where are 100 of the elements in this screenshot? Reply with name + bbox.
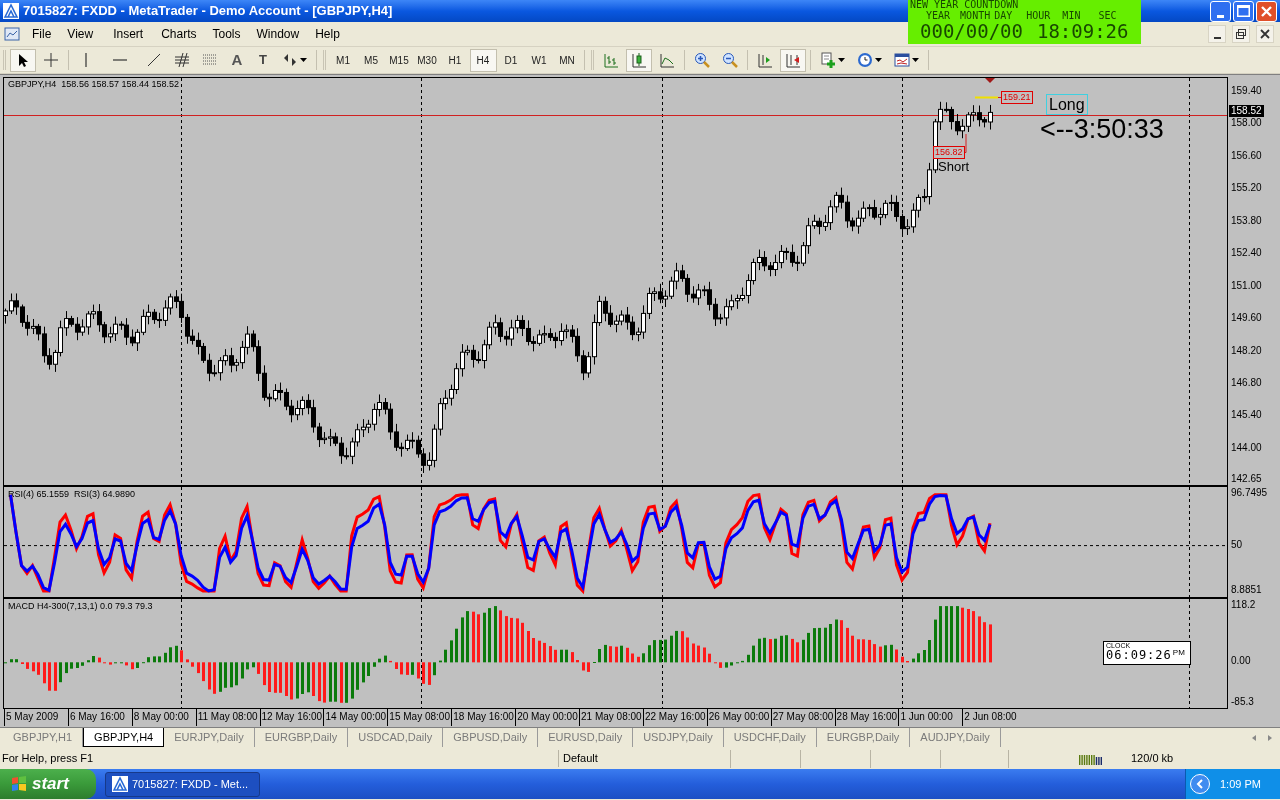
price-axis-label: 159.40 [1231,86,1262,96]
countdown-header: DAY [994,11,1013,21]
text-label-button[interactable]: T [251,48,275,72]
time-axis-label: 14 May 00:00 [323,709,388,726]
price-axis-label: 155.20 [1231,183,1262,194]
new-chart-icon [820,52,836,68]
price-axis-label: 156.60 [1231,150,1262,161]
scroll-right-icon [1266,734,1274,742]
indicator-axis-label: 0.00 [1231,656,1251,667]
connection-bars-icon [1079,752,1103,765]
chart-tab[interactable]: EURUSD,Daily [538,728,634,747]
countdown-header: MIN [1062,11,1081,21]
timeframe-button[interactable]: H4 [469,48,497,72]
tray-expand-button[interactable] [1190,774,1210,794]
maximize-button[interactable] [1233,0,1254,22]
status-text: 120/0 kb [1131,751,1174,767]
line-chart-icon [659,52,675,68]
timeframe-button[interactable]: D1 [497,48,525,72]
menu-item[interactable]: Tools [204,23,249,45]
autoscroll-button[interactable] [780,48,806,72]
cursor-button[interactable] [10,48,36,72]
timeframe-button[interactable]: H1 [441,48,469,72]
price-axis-label: 151.00 [1231,280,1262,291]
countdown-header: MONTH [960,11,991,21]
mdi-minimize-button[interactable] [1208,25,1226,43]
chevron-left-icon [1195,779,1205,789]
dotted-lines-icon [202,52,218,68]
taskbar-window-button[interactable]: 7015827: FXDD - Met... [105,771,260,797]
time-axis-label: 20 May 00:00 [515,709,579,726]
caret-icon [912,58,919,62]
price-axis-label: 158.00 [1231,118,1262,129]
countdown-header: HOUR [1026,11,1051,21]
mdi-restore-button[interactable] [1232,25,1250,43]
countdown-text: <--3:50:33 [1040,116,1164,143]
menu-item[interactable]: Charts [153,23,205,45]
minimize-button[interactable] [1210,0,1231,22]
timeframe-button[interactable]: M1 [329,48,357,72]
price-label: 156.82 [933,146,965,159]
price-axis-label: 152.40 [1231,248,1262,259]
time-axis-label: 27 May 08:00 [770,709,835,726]
crosshair-icon [43,52,59,68]
text-tool-button[interactable]: A [225,48,249,72]
mdi-close-button[interactable] [1256,25,1274,43]
price-axis-label: 148.20 [1231,345,1262,356]
timeframe-button[interactable]: MN [553,48,581,72]
chart-tab[interactable]: USDJPY,Daily [633,728,724,747]
time-axis-label: 12 May 16:00 [259,709,324,726]
start-button[interactable]: start [0,769,96,799]
timeframe-button[interactable]: M15 [385,48,413,72]
windows-flag-icon [10,775,28,793]
scroll-left-icon [1250,734,1258,742]
close-icon [1261,5,1272,17]
countdown-header: YEAR [926,11,951,21]
price-axis-label: 153.80 [1231,215,1262,226]
chart-tab[interactable]: GBPUSD,Daily [443,728,539,747]
chart-tab[interactable]: EURGBP,Daily [816,728,911,747]
chart-tab[interactable]: USDCAD,Daily [348,728,444,747]
window-title: 7015827: FXDD - MetaTrader - Demo Account - [GBPJPY,H4] [23,2,393,21]
leader-line [997,97,1002,98]
timeframe-button[interactable]: M5 [357,48,385,72]
chart-tab[interactable]: EURJPY,Daily [164,728,255,747]
chart-tab[interactable]: GBPJPY,H4 [83,728,165,747]
zoom-in-icon [694,52,710,68]
price-axis-label: 145.40 [1231,410,1262,421]
menu-item[interactable]: File [26,23,58,45]
indicator-axis-label: 50 [1231,539,1243,550]
template-icon [894,52,910,68]
price-axis-label: 144.00 [1231,442,1262,453]
triangle-marker-icon [985,78,995,83]
tray-clock: 1:09 PM [1220,776,1261,792]
status-text: Default [558,750,730,767]
chart-shift-icon [757,52,773,68]
caret-icon [875,58,882,62]
close-icon [1260,29,1270,39]
price-axis-label: 149.60 [1231,313,1262,324]
indicator-axis-label: -85.3 [1231,697,1254,707]
chart-tab[interactable]: EURGBP,Daily [254,728,349,747]
zoom-out-icon [722,52,738,68]
menu-item[interactable]: Help [307,23,348,45]
close-button[interactable] [1256,0,1277,22]
indicator-legend: RSI(4) 65.1559 RSI(3) 64.9890 [8,490,136,499]
indicator-legend: MACD H4-300(7,13,1) 0.0 79.3 79.3 [8,602,153,611]
menu-item[interactable]: View [57,23,104,45]
timeframe-button[interactable]: M30 [413,48,441,72]
chart-tab[interactable]: AUDJPY,Daily [910,728,1001,747]
menu-item[interactable]: Window [248,23,308,45]
hatched-lines-icon [174,52,190,68]
timeframe-button[interactable]: W1 [525,48,553,72]
price-label: 159.21 [1001,91,1033,104]
indicator-axis-label: 118.2 [1231,600,1256,610]
candlestick-button[interactable] [626,48,652,72]
countdown-header: SEC [1098,11,1117,21]
time-axis-label: 8 May 00:00 [131,709,196,726]
diagonal-line-icon [146,52,162,68]
time-axis-label: 28 May 16:00 [834,709,899,726]
time-axis-label: 26 May 00:00 [706,709,771,726]
caret-icon [300,58,307,62]
menu-item[interactable]: Insert [103,23,154,45]
chart-tab[interactable]: USDCHF,Daily [723,728,817,747]
time-axis-label: 21 May 08:00 [579,709,643,726]
